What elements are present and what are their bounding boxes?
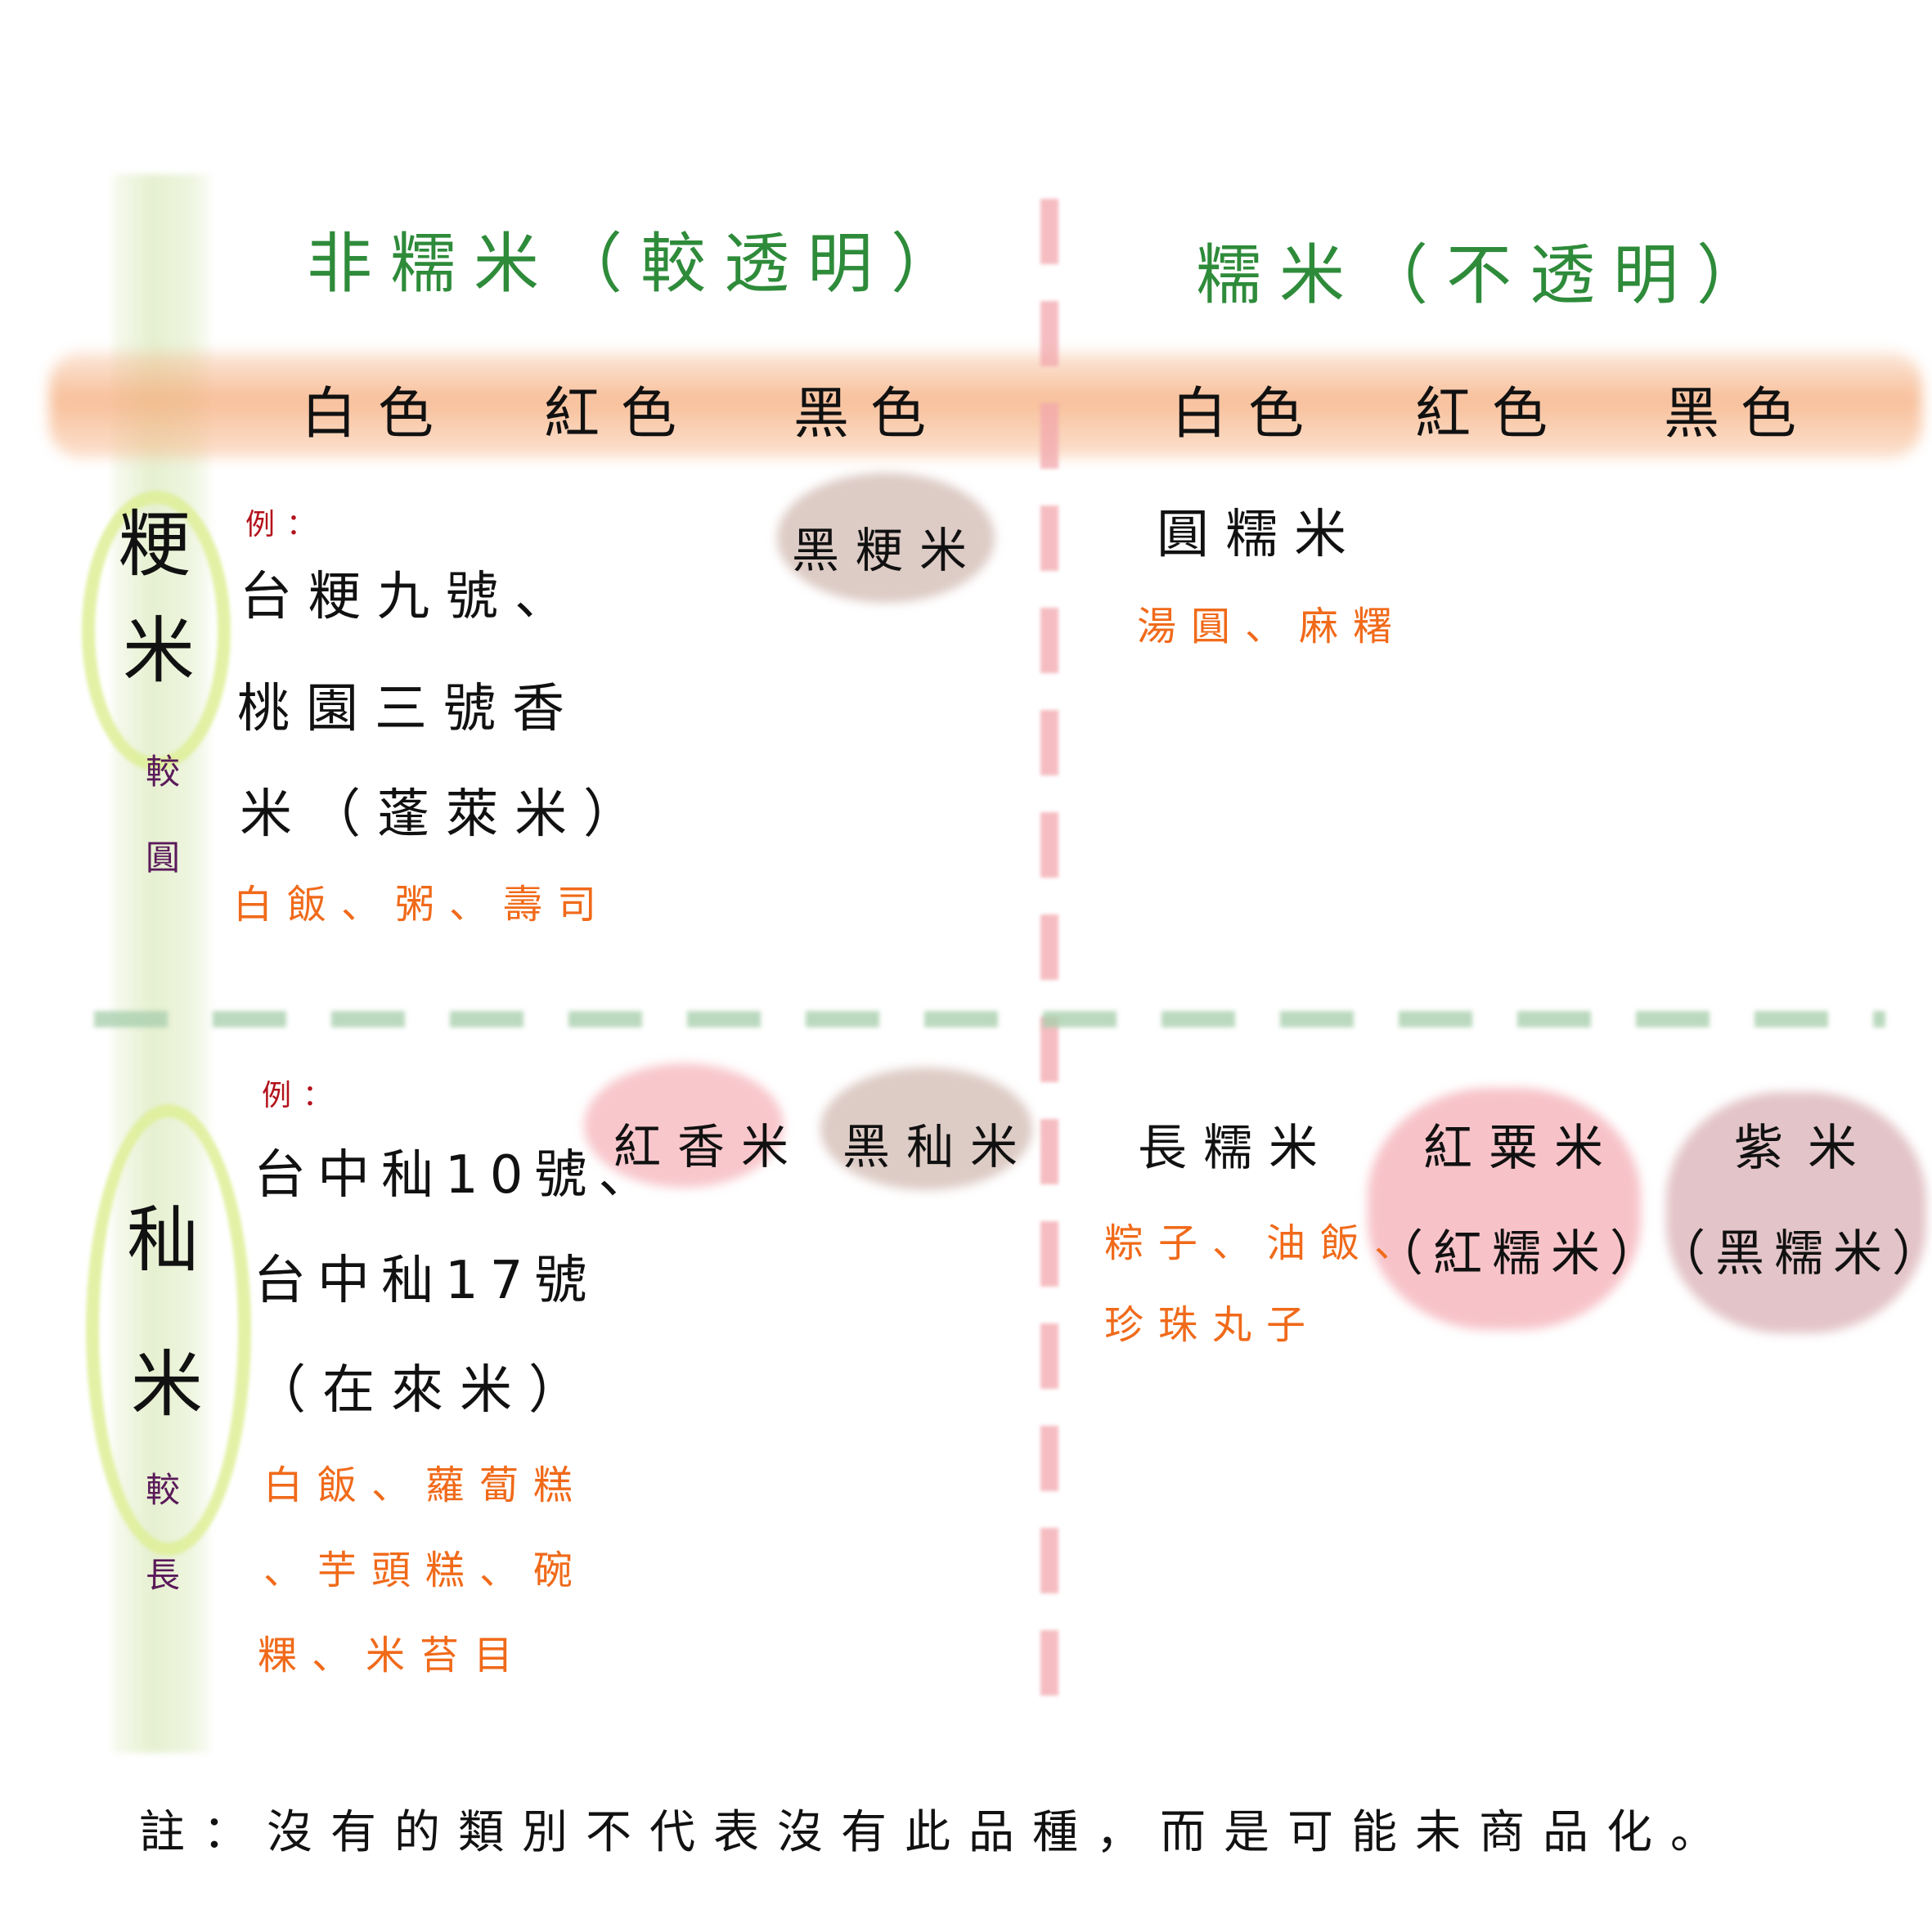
footnote: 註：沒有的類別不代表沒有此品種，而是可能未商品化。 — [139, 1806, 1734, 1859]
japonica-label-1: 粳 — [119, 502, 191, 586]
japonica-shape-2: 圓 — [146, 838, 181, 878]
indica-uses-1: 白飯、蘿蔔糕 — [263, 1462, 588, 1508]
col-white-left: 白色 — [301, 382, 456, 447]
indica-uses-2: 、芋頭糕、碗 — [263, 1548, 588, 1593]
indica-glutinous-white: 長糯米 — [1138, 1120, 1334, 1177]
col-black-right: 黑色 — [1664, 382, 1818, 447]
indica-shape-1: 較 — [146, 1470, 181, 1510]
indica-glutinous-black: 紫米 — [1734, 1120, 1881, 1177]
indica-example-3: （在來米） — [254, 1360, 597, 1421]
vertical-divider — [1040, 199, 1058, 1728]
indica-red: 紅香米 — [613, 1119, 806, 1175]
col-black-left: 黑色 — [793, 382, 948, 447]
japonica-uses: 白飯、粥、壽司 — [233, 882, 612, 928]
col-red-right: 紅色 — [1415, 382, 1570, 447]
indica-label-1: 秈 — [127, 1197, 200, 1282]
indica-example-label: 例： — [262, 1079, 344, 1112]
indica-black: 黑秈米 — [842, 1119, 1035, 1175]
indica-example-1: 台中秈10號、 — [254, 1145, 663, 1206]
header-glutinous: 糯米（不透明） — [1196, 237, 1780, 313]
indica-glutinous-black-alt: （黑糯米） — [1656, 1225, 1932, 1283]
japonica-example-2: 桃園三號香 — [237, 679, 581, 739]
indica-uses-3: 粿、米苔目 — [258, 1633, 528, 1678]
header-non-glutinous: 非糯米（較透明） — [307, 226, 974, 302]
japonica-glutinous-uses: 湯圓、麻糬 — [1137, 604, 1408, 649]
indica-example-2: 台中秈17號 — [254, 1251, 599, 1311]
indica-shape-2: 長 — [146, 1555, 181, 1595]
japonica-black: 黑粳米 — [792, 523, 984, 578]
japonica-shape-1: 較 — [146, 752, 181, 792]
japonica-example-3: 米（蓬萊米） — [240, 784, 652, 845]
japonica-label-2: 米 — [123, 609, 195, 693]
indica-glutinous-red: 紅粟米 — [1423, 1120, 1620, 1177]
indica-glutinous-red-alt: （紅糯米） — [1374, 1225, 1669, 1283]
indica-label-2: 米 — [131, 1342, 204, 1427]
horizontal-divider — [94, 1011, 1885, 1027]
japonica-glutinous-white: 圓糯米 — [1157, 505, 1363, 565]
japonica-example-1: 台粳九號、 — [240, 567, 583, 627]
japonica-example-label: 例： — [245, 508, 328, 541]
col-red-left: 紅色 — [544, 382, 699, 447]
col-white-right: 白色 — [1171, 382, 1326, 447]
indica-glutinous-uses-2: 珍珠丸子 — [1104, 1302, 1321, 1348]
